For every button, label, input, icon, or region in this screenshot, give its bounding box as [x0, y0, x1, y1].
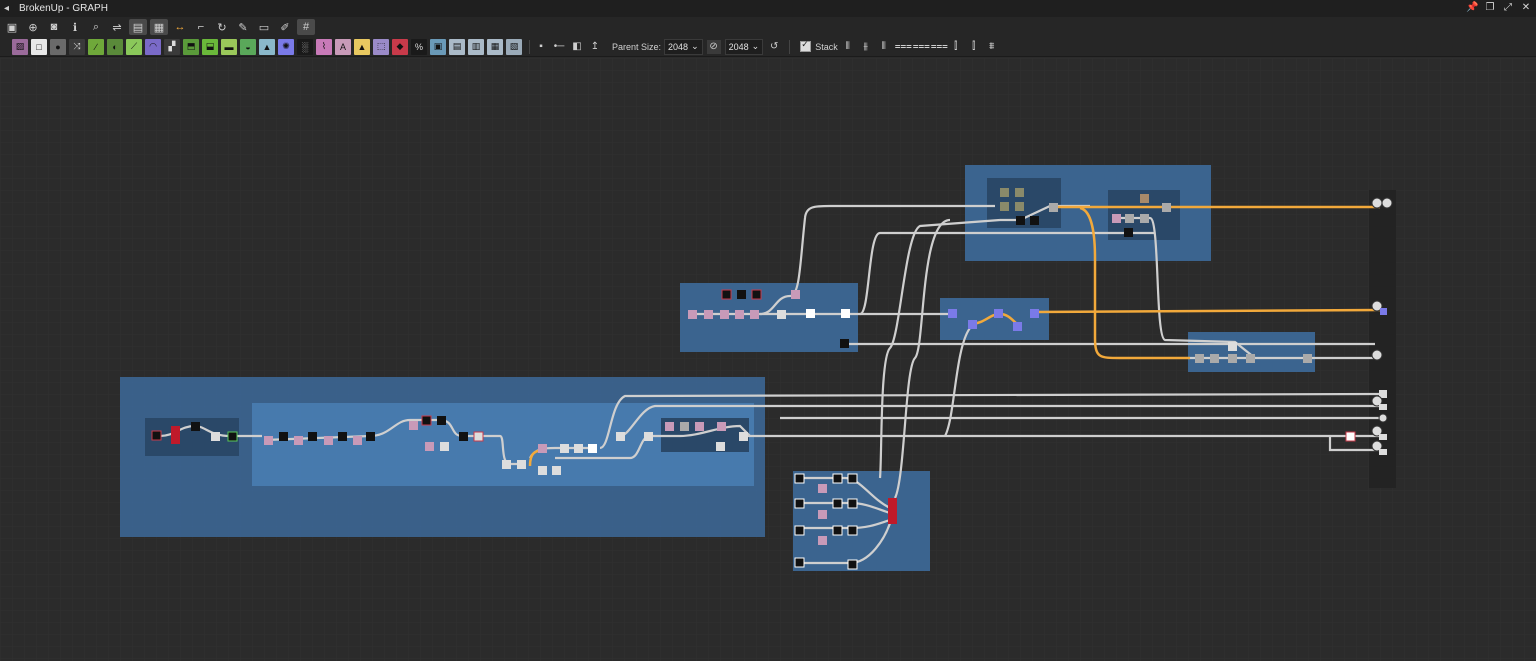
- frame-right-small[interactable]: [1188, 332, 1315, 372]
- parent-size-value: 2048: [668, 41, 689, 52]
- chevron-down-icon: ⌄: [751, 41, 760, 51]
- graph-app-icon: ◂: [4, 2, 10, 14]
- pixel-icon[interactable]: ⬚: [373, 38, 389, 55]
- title-bar: ◂ BrokenUp - GRAPH 📌 ❐ ⤢ ✕: [0, 0, 1536, 17]
- drop-icon[interactable]: ●: [50, 38, 66, 55]
- display-icon[interactable]: ▭: [255, 19, 273, 35]
- elbow-icon[interactable]: ⌐: [192, 19, 210, 35]
- tile-icon[interactable]: ⬒: [183, 38, 199, 55]
- switch-icon[interactable]: ▬: [221, 38, 237, 55]
- links-icon[interactable]: ⇌: [108, 19, 126, 35]
- frame-node-icon[interactable]: ▣: [430, 38, 446, 55]
- dot-icon[interactable]: ↥: [588, 40, 602, 54]
- parent-size-select[interactable]: 2048 ⌄: [664, 38, 703, 55]
- arrows-icon[interactable]: ↔: [171, 19, 189, 35]
- snap-icon[interactable]: ⩩: [985, 40, 999, 54]
- stack-label: Stack: [815, 41, 838, 52]
- blend-icon[interactable]: ◠: [145, 38, 161, 55]
- size-select-2[interactable]: 2048 ⌄: [724, 38, 764, 55]
- color-icon[interactable]: ✺: [278, 38, 294, 55]
- vector-icon[interactable]: A: [335, 38, 351, 55]
- panel-icon[interactable]: ▧: [506, 38, 522, 55]
- shuffle-icon[interactable]: ⤨: [69, 38, 85, 55]
- chevron-down-icon: ⌄: [691, 41, 699, 51]
- restore-icon[interactable]: ❐: [1484, 2, 1496, 14]
- warp-icon[interactable]: ▞: [164, 38, 180, 55]
- frame-center-small[interactable]: [940, 298, 1049, 340]
- stack-checkbox[interactable]: [800, 39, 812, 52]
- refresh-icon[interactable]: ↻: [213, 19, 231, 35]
- distribute-h-icon[interactable]: ⫿: [949, 40, 963, 54]
- levels-icon[interactable]: ⟋: [126, 38, 142, 55]
- graph-canvas[interactable]: [0, 58, 1536, 661]
- grid-icon[interactable]: ▦: [150, 19, 168, 35]
- comment-icon[interactable]: ▪: [534, 40, 548, 54]
- align-top-icon[interactable]: ⩶: [895, 40, 912, 54]
- transform-icon[interactable]: ⬓: [202, 38, 218, 55]
- graph-toolbar: ▣ ⊕ ◙ ℹ ⌕ ⇌ ▤ ▦ ↔ ⌐ ↻ ✎ ▭ ✐ #: [0, 17, 1536, 37]
- center-icon[interactable]: ⊕: [24, 19, 42, 35]
- close-icon[interactable]: ✕: [1520, 2, 1532, 14]
- bitmap-icon[interactable]: ▨: [12, 38, 28, 55]
- brush-icon[interactable]: ✐: [276, 19, 294, 35]
- wrench-icon[interactable]: ✎: [234, 19, 252, 35]
- fx-icon[interactable]: %: [411, 38, 427, 55]
- align-left-icon[interactable]: ⫴: [841, 40, 855, 54]
- input-icon[interactable]: ▤: [449, 38, 465, 55]
- node-toolbar: ▨ □ ● ⤨ ∕ ◐ ⟋ ◠ ▞ ⬒ ⬓ ▬ ◒ ▲ ✺ ░ ⌇ A ▲ ⬚ …: [0, 37, 1536, 57]
- distribute-v-icon[interactable]: ⫿: [967, 40, 981, 54]
- fill-icon[interactable]: ◆: [392, 38, 408, 55]
- info-icon[interactable]: ℹ: [66, 19, 84, 35]
- align-middle-icon[interactable]: ⩶: [913, 40, 930, 54]
- search-icon[interactable]: ⌕: [87, 19, 105, 35]
- layout-icon[interactable]: ▤: [129, 19, 147, 35]
- frame-icon[interactable]: ▣: [3, 19, 21, 35]
- text-icon[interactable]: ▲: [354, 38, 370, 55]
- align-bottom-icon[interactable]: ⩶: [931, 40, 948, 54]
- filter-icon[interactable]: ▲: [259, 38, 275, 55]
- camera-icon[interactable]: ◙: [45, 19, 63, 35]
- window-title: BrokenUp - GRAPH: [19, 3, 108, 14]
- histogram-icon[interactable]: ◒: [240, 38, 256, 55]
- parent-size-label: Parent Size:: [612, 41, 662, 52]
- pin-icon[interactable]: 📌: [1466, 2, 1478, 14]
- noise-icon[interactable]: ⌇: [316, 38, 332, 55]
- pin-node-icon[interactable]: •─: [552, 40, 566, 54]
- link-size-icon[interactable]: ⊘: [706, 39, 721, 54]
- gradient-icon[interactable]: ◐: [107, 38, 123, 55]
- window-controls: 📌 ❐ ⤢ ✕: [1466, 2, 1532, 14]
- graph-item-icon[interactable]: ▦: [487, 38, 503, 55]
- snap-grid-icon[interactable]: #: [297, 19, 315, 35]
- portal-icon[interactable]: ◧: [570, 40, 584, 54]
- normal-icon[interactable]: ░: [297, 38, 313, 55]
- align-right-icon[interactable]: ⫴: [877, 40, 891, 54]
- maximize-icon[interactable]: ⤢: [1502, 2, 1514, 14]
- align-center-icon[interactable]: ⫵: [859, 40, 873, 54]
- reset-size-icon[interactable]: ↺: [767, 40, 781, 54]
- curve-icon[interactable]: ∕: [88, 38, 104, 55]
- output-icon[interactable]: ▥: [468, 38, 484, 55]
- size-value-2: 2048: [728, 41, 749, 52]
- uniform-icon[interactable]: □: [31, 38, 47, 55]
